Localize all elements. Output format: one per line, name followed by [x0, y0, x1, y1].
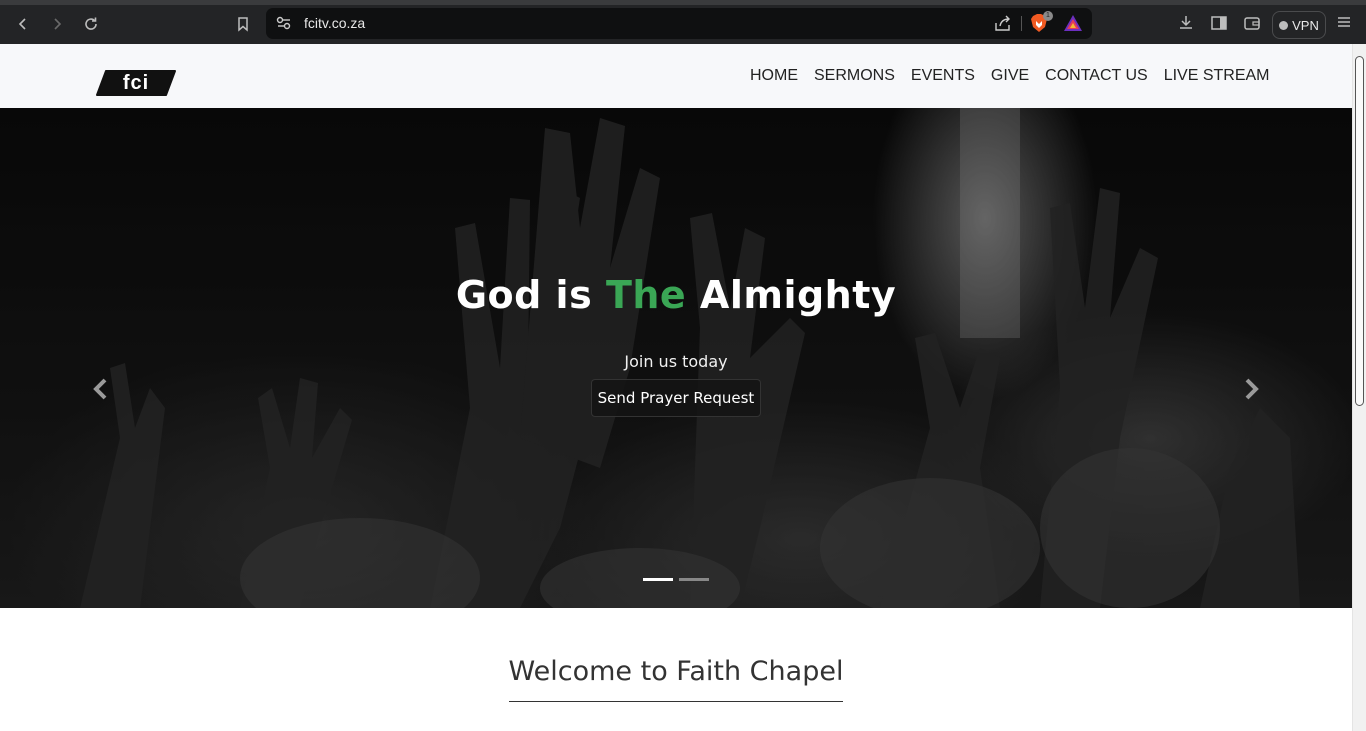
carousel-indicator-1[interactable]: [643, 578, 673, 581]
bookmark-icon: [238, 17, 248, 32]
hero-title-part1: God is: [455, 273, 606, 317]
carousel-indicator-2[interactable]: [679, 578, 709, 581]
vpn-button[interactable]: VPN: [1272, 11, 1326, 39]
page-viewport: fci HOME SERMONS EVENTS GIVE CONTACT US …: [0, 44, 1352, 731]
chevron-right-icon: [1245, 378, 1259, 400]
send-prayer-request-button[interactable]: Send Prayer Request: [591, 379, 761, 417]
menu-item-events[interactable]: EVENTS: [903, 66, 983, 86]
bookmark-button[interactable]: [231, 12, 255, 36]
hero-carousel: God is The Almighty Join us today Send P…: [0, 108, 1352, 608]
back-button[interactable]: [11, 12, 35, 36]
address-bar[interactable]: fcitv.co.za 1: [266, 8, 1092, 39]
scrollbar-thumb[interactable]: [1355, 56, 1364, 406]
main-menu: HOME SERMONS EVENTS GIVE CONTACT US LIVE…: [742, 66, 1278, 86]
welcome-heading: Welcome to Faith Chapel: [508, 656, 844, 702]
brave-rewards-icon[interactable]: [1063, 14, 1083, 32]
forward-button[interactable]: [45, 12, 69, 36]
menu-icon[interactable]: [1336, 14, 1352, 30]
site-navbar: fci HOME SERMONS EVENTS GIVE CONTACT US …: [0, 44, 1352, 108]
vpn-label: VPN: [1292, 17, 1319, 33]
sidebar-icon[interactable]: [1210, 14, 1228, 32]
forward-arrow-icon: [54, 18, 62, 30]
chevron-left-icon: [93, 378, 107, 400]
wallet-icon[interactable]: [1243, 14, 1261, 32]
hero-title: God is The Almighty: [0, 273, 1352, 317]
welcome-section: Welcome to Faith Chapel: [0, 656, 1352, 702]
site-settings-icon[interactable]: [276, 16, 292, 30]
download-icon[interactable]: [1177, 14, 1195, 32]
back-arrow-icon: [18, 18, 26, 30]
vpn-status-icon: [1279, 20, 1289, 30]
hero-subtitle: Join us today: [624, 352, 728, 371]
logo-text[interactable]: fci: [96, 70, 176, 96]
browser-toolbar: fcitv.co.za 1 VPN: [0, 0, 1366, 44]
reload-icon: [85, 17, 97, 30]
menu-item-home[interactable]: HOME: [742, 66, 806, 86]
menu-item-contact-us[interactable]: CONTACT US: [1037, 66, 1156, 86]
menu-item-live-stream[interactable]: LIVE STREAM: [1156, 66, 1278, 86]
reload-button[interactable]: [79, 12, 103, 36]
shields-count-badge: 1: [1043, 11, 1053, 21]
hero-title-accent: The: [605, 273, 687, 317]
carousel-next-button[interactable]: [1240, 376, 1262, 402]
carousel-indicators: [643, 578, 709, 581]
menu-item-sermons[interactable]: SERMONS: [806, 66, 903, 86]
hero-title-part2: Almighty: [686, 273, 897, 317]
divider: [1021, 16, 1022, 31]
carousel-prev-button[interactable]: [90, 376, 112, 402]
menu-item-give[interactable]: GIVE: [983, 66, 1037, 86]
page-scrollbar[interactable]: [1352, 44, 1366, 731]
url-text[interactable]: fcitv.co.za: [304, 15, 365, 31]
share-icon[interactable]: [994, 15, 1012, 32]
